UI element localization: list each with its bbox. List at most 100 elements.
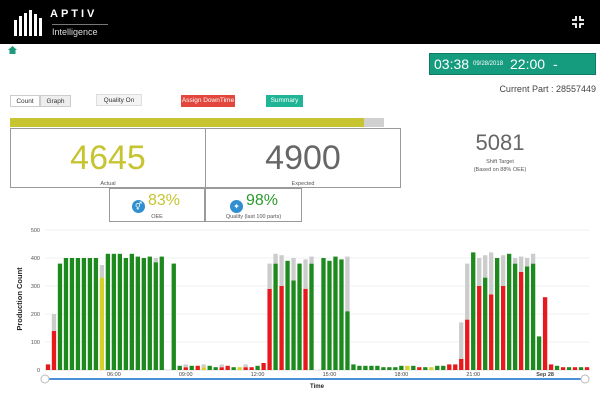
- collapse-arrows-icon[interactable]: [570, 14, 586, 30]
- chart-bar-segment[interactable]: [267, 263, 272, 289]
- chart-bar-segment[interactable]: [339, 259, 344, 370]
- chart-bar-segment[interactable]: [477, 258, 482, 286]
- chart-bar-segment[interactable]: [285, 260, 290, 370]
- chart-bar-segment[interactable]: [578, 367, 584, 370]
- chart-bar-segment[interactable]: [291, 280, 296, 370]
- chart-bar-segment[interactable]: [357, 365, 362, 370]
- chart-bar-segment[interactable]: [51, 330, 57, 370]
- chart-bar-segment[interactable]: [273, 263, 278, 370]
- chart-bar-segment[interactable]: [465, 263, 470, 320]
- chart-bar-segment[interactable]: [441, 365, 446, 370]
- chart-bar-segment[interactable]: [123, 258, 129, 370]
- chart-bar-segment[interactable]: [542, 297, 548, 370]
- chart-bar-segment[interactable]: [530, 253, 536, 264]
- chart-bar-segment[interactable]: [524, 258, 530, 267]
- chart-bar-segment[interactable]: [327, 260, 332, 370]
- chart-bar-segment[interactable]: [63, 258, 69, 370]
- chart-bar-segment[interactable]: [483, 277, 488, 370]
- chart-bar-segment[interactable]: [506, 253, 512, 370]
- navigator-left-handle[interactable]: [40, 374, 50, 384]
- chart-bar-segment[interactable]: [518, 272, 524, 370]
- chart-bar-segment[interactable]: [297, 263, 302, 370]
- chart-bar-segment[interactable]: [81, 258, 87, 370]
- chart-bar-segment[interactable]: [512, 263, 518, 370]
- chart-bar-segment[interactable]: [183, 364, 188, 368]
- chart-bar-segment[interactable]: [309, 263, 314, 370]
- chart-bar-segment[interactable]: [309, 256, 314, 264]
- chart-bar-segment[interactable]: [447, 364, 452, 370]
- chart-bar-segment[interactable]: [393, 367, 398, 370]
- chart-bar-segment[interactable]: [459, 358, 464, 370]
- chart-bar-segment[interactable]: [255, 365, 260, 370]
- chart-bar-segment[interactable]: [105, 253, 111, 370]
- quality-on-button[interactable]: Quality On: [96, 94, 142, 106]
- chart-bar-segment[interactable]: [243, 367, 248, 370]
- chart-bar-segment[interactable]: [375, 365, 380, 370]
- chart-bar-segment[interactable]: [423, 367, 428, 370]
- chart-bar-segment[interactable]: [267, 288, 272, 370]
- chart-bar-segment[interactable]: [201, 364, 206, 368]
- chart-bar-segment[interactable]: [363, 365, 368, 370]
- chart-bar-segment[interactable]: [153, 262, 158, 370]
- chart-bar-segment[interactable]: [153, 258, 158, 263]
- chart-bar-segment[interactable]: [489, 294, 494, 370]
- chart-bar-segment[interactable]: [171, 263, 176, 370]
- chart-bar-segment[interactable]: [273, 253, 278, 264]
- chart-bar-segment[interactable]: [417, 367, 422, 370]
- chart-bar-segment[interactable]: [45, 364, 51, 370]
- navigator-right-handle[interactable]: [580, 374, 590, 384]
- chart-bar-segment[interactable]: [117, 253, 123, 370]
- chart-bar-segment[interactable]: [189, 365, 194, 370]
- chart-bar-segment[interactable]: [584, 367, 590, 370]
- chart-bar-segment[interactable]: [231, 367, 236, 370]
- chart-bar-segment[interactable]: [237, 367, 242, 370]
- chart-bar-segment[interactable]: [93, 258, 99, 370]
- chart-bar-segment[interactable]: [572, 367, 578, 370]
- chart-bar-segment[interactable]: [219, 367, 224, 370]
- chart-bar-segment[interactable]: [369, 365, 374, 370]
- chart-bar-segment[interactable]: [195, 365, 200, 370]
- chart-bar-segment[interactable]: [483, 255, 488, 278]
- chart-bar-segment[interactable]: [429, 367, 434, 370]
- chart-bar-segment[interactable]: [129, 253, 134, 370]
- chart-bar-segment[interactable]: [177, 365, 182, 370]
- chart-bar-segment[interactable]: [387, 367, 392, 370]
- chart-bar-segment[interactable]: [501, 286, 506, 370]
- chart-bar-segment[interactable]: [554, 365, 560, 370]
- chart-bar-segment[interactable]: [261, 363, 266, 370]
- chart-bar-segment[interactable]: [399, 365, 404, 370]
- chart-bar-segment[interactable]: [135, 256, 140, 370]
- chart-bar-segment[interactable]: [530, 263, 536, 370]
- chart-bar-segment[interactable]: [321, 258, 326, 370]
- chart-bar-segment[interactable]: [405, 365, 410, 370]
- chart-bar-segment[interactable]: [560, 367, 566, 370]
- chart-bar-segment[interactable]: [471, 252, 476, 370]
- chart-bar-segment[interactable]: [518, 256, 524, 272]
- count-toggle[interactable]: Count: [10, 95, 40, 107]
- chart-bar-segment[interactable]: [477, 286, 482, 370]
- chart-bar-segment[interactable]: [279, 286, 284, 370]
- summary-button[interactable]: Summary: [266, 95, 303, 107]
- chart-bar-segment[interactable]: [333, 256, 338, 370]
- chart-bar-segment[interactable]: [435, 365, 440, 370]
- chart-bar-segment[interactable]: [87, 258, 93, 370]
- chart-bar-segment[interactable]: [147, 256, 152, 370]
- graph-toggle[interactable]: Graph: [40, 95, 71, 107]
- chart-bar-segment[interactable]: [201, 367, 206, 370]
- chart-bar-segment[interactable]: [453, 364, 458, 370]
- chart-bar-segment[interactable]: [501, 255, 506, 286]
- chart-bar-segment[interactable]: [219, 364, 224, 368]
- chart-bar-segment[interactable]: [57, 263, 63, 370]
- chart-bar-segment[interactable]: [381, 367, 386, 370]
- chart-bar-segment[interactable]: [536, 336, 542, 370]
- chart-bar-segment[interactable]: [411, 365, 416, 370]
- chart-bar-segment[interactable]: [69, 258, 75, 370]
- chart-bar-segment[interactable]: [495, 258, 500, 370]
- chart-bar-segment[interactable]: [512, 258, 518, 264]
- chart-bar-segment[interactable]: [159, 256, 164, 370]
- chart-bar-segment[interactable]: [243, 364, 248, 368]
- chart-bar-segment[interactable]: [459, 322, 464, 359]
- chart-bar-segment[interactable]: [489, 252, 494, 295]
- chart-bar-segment[interactable]: [207, 365, 212, 370]
- chart-bar-segment[interactable]: [279, 255, 284, 286]
